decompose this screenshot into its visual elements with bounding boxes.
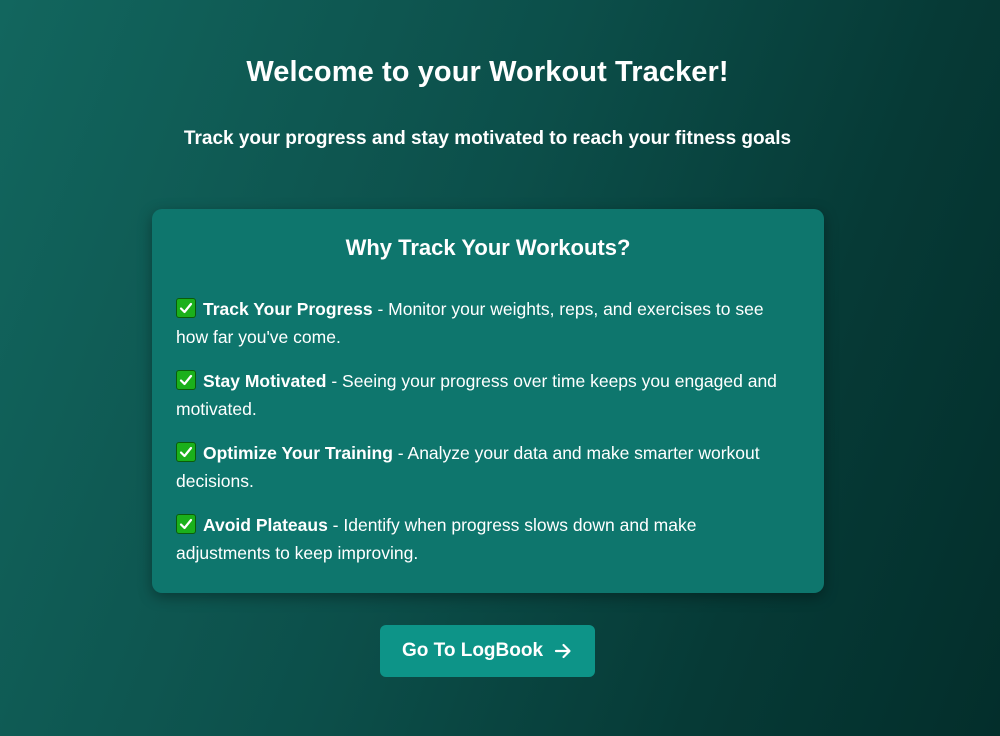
benefit-item-stay-motivated: Stay Motivated - Seeing your progress ov…: [176, 367, 800, 423]
benefit-title: Optimize Your Training: [203, 443, 393, 463]
go-to-logbook-label: Go To LogBook: [401, 640, 544, 661]
benefit-title: Avoid Plateaus: [203, 515, 328, 535]
benefit-item-optimize-training: Optimize Your Training - Analyze your da…: [176, 439, 800, 495]
page-title: Welcome to your Workout Tracker!: [246, 56, 729, 88]
arrow-right-icon: [553, 641, 573, 661]
check-mark-icon: [176, 370, 196, 390]
benefit-list: Track Your Progress - Monitor your weigh…: [176, 295, 800, 567]
benefit-title: Track Your Progress: [203, 299, 373, 319]
check-mark-icon: [176, 442, 196, 462]
check-mark-icon: [176, 514, 196, 534]
page-subtitle: Track your progress and stay motivated t…: [183, 128, 792, 149]
benefit-item-track-progress: Track Your Progress - Monitor your weigh…: [176, 295, 800, 351]
go-to-logbook-button[interactable]: Go To LogBook: [380, 625, 595, 677]
card-title: Why Track Your Workouts?: [345, 235, 631, 260]
check-mark-icon: [176, 298, 196, 318]
benefit-title: Stay Motivated: [203, 371, 327, 391]
benefits-card: Why Track Your Workouts? Track Your Prog…: [152, 209, 824, 593]
benefit-item-avoid-plateaus: Avoid Plateaus - Identify when progress …: [176, 511, 800, 567]
